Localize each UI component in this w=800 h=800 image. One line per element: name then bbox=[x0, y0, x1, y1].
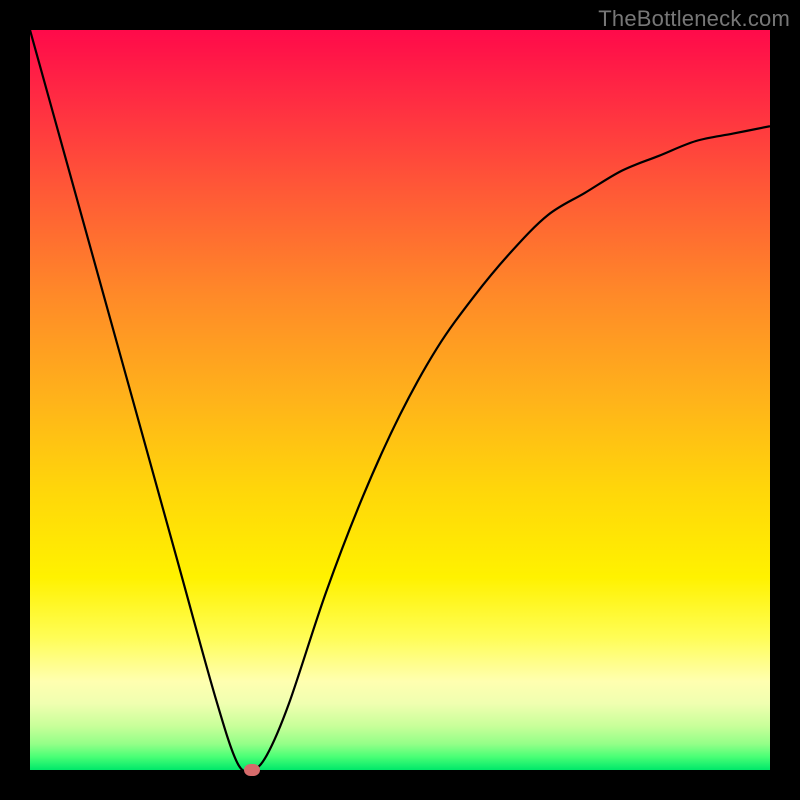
curve-svg bbox=[30, 30, 770, 770]
bottleneck-curve bbox=[30, 30, 770, 770]
plot-frame bbox=[30, 30, 770, 770]
watermark-text: TheBottleneck.com bbox=[598, 6, 790, 32]
minimum-marker bbox=[244, 764, 260, 776]
